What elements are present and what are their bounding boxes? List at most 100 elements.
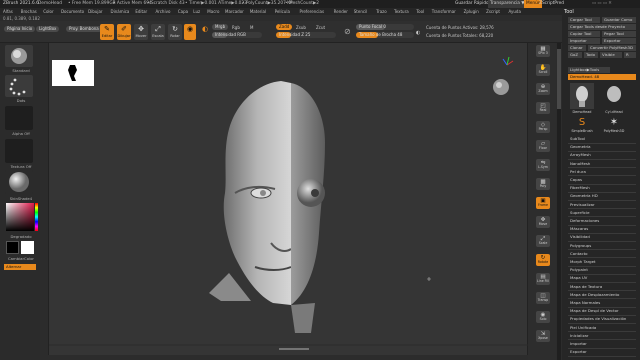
projection-button[interactable]: Proy. Bombona <box>66 26 102 32</box>
dock-scale-button[interactable]: ⤢ Scale <box>536 235 550 247</box>
subpalette-item[interactable]: Geometría <box>570 144 591 149</box>
draw-button[interactable]: ✐ Dibujar <box>117 24 131 40</box>
menu-item[interactable]: Archivo <box>155 8 170 15</box>
secondary-color-swatch[interactable] <box>21 241 34 254</box>
subpalette-item[interactable]: Pel dura <box>570 169 586 174</box>
mrgb-button[interactable]: Mrgb <box>212 24 229 30</box>
main-color-swatch[interactable] <box>6 241 19 254</box>
clone-button[interactable]: Clonar <box>568 45 586 51</box>
menu-item[interactable]: Tool <box>416 8 424 15</box>
m-button[interactable]: M <box>250 25 253 30</box>
brush-selector[interactable] <box>5 45 33 67</box>
dock-poly-button[interactable]: ▩ Poly <box>536 178 550 190</box>
subpalette-item[interactable]: Exportar <box>570 349 587 354</box>
panel-scrollbar[interactable] <box>557 43 561 360</box>
subpalette-item[interactable]: Mapa de Textura <box>570 284 602 289</box>
current-tool-slider[interactable]: DemoHead. 48 <box>568 74 636 80</box>
z-intensity-slider[interactable]: Intensidad Z 25 <box>276 32 336 38</box>
menu-item[interactable]: Stencil <box>354 8 368 15</box>
menu-item[interactable]: Render <box>334 8 348 15</box>
subpalette-item[interactable]: Contacto <box>570 251 588 256</box>
rotate-button[interactable]: ↻ Rotar <box>168 24 182 40</box>
load-from-project-button[interactable]: Cargar Tools desde Proyecto <box>568 24 636 30</box>
menu-item[interactable]: Ayuda <box>509 8 521 15</box>
texture-selector[interactable] <box>5 139 33 163</box>
subpalette-item[interactable]: Máscaras <box>570 226 588 231</box>
home-page-button[interactable]: Página Inicio <box>4 26 36 32</box>
dock-transp-button[interactable]: ◫ Transp <box>536 292 550 304</box>
dock-real-button[interactable]: ◰ Real <box>536 102 550 114</box>
hue-strip[interactable] <box>35 203 38 231</box>
menu-item[interactable]: Preferencias <box>299 8 324 15</box>
dock-xpose-button[interactable]: ⇲ Xpose <box>536 330 550 342</box>
alpha-selector[interactable] <box>5 106 33 130</box>
subpalette-item[interactable]: Polygroups <box>570 243 591 248</box>
menu-item[interactable]: Capa <box>178 8 188 15</box>
goz-button[interactable]: GoZ <box>568 52 582 58</box>
dock-floor-button[interactable]: ▱ Floor <box>536 140 550 152</box>
dock-persp-button[interactable]: ◇ Persp <box>536 121 550 133</box>
subpalette-item[interactable]: FiberMesh <box>570 185 590 190</box>
copy-tool-button[interactable]: Copiar Tool <box>568 31 600 37</box>
menu-item[interactable]: Zscript <box>486 8 500 15</box>
zadd-button[interactable]: Zadd <box>276 24 293 30</box>
draw-size-slider[interactable]: Tamaño de Brocha 48 <box>356 32 414 38</box>
load-tool-button[interactable]: Cargar Tool <box>568 17 600 23</box>
subpalette-item[interactable]: Importar <box>570 341 587 346</box>
material-sphere-button[interactable]: ◉ <box>184 24 196 40</box>
lightbox-tools-button[interactable]: Lightbox▶Tools <box>568 67 610 73</box>
make-polymesh-button[interactable]: Convertir PolyMesh3D <box>588 45 636 51</box>
subpalette-item[interactable]: Visibilidad <box>570 234 590 239</box>
transparency-toggle[interactable]: Transparencia ▼ <box>488 0 527 8</box>
simple-brush-icon[interactable]: S <box>572 117 592 129</box>
menu-item[interactable]: Brochas <box>21 8 37 15</box>
subpalette-item[interactable]: Morph Target <box>570 259 596 264</box>
quicksave-button[interactable]: Guardar Rápido <box>455 0 489 8</box>
paste-tool-button[interactable]: Pegar Tool <box>602 31 636 37</box>
zsub-button[interactable]: Zsub <box>296 25 306 30</box>
r-button[interactable]: R <box>624 52 636 58</box>
dock-spix-3-button[interactable]: ▦ SPix 3 <box>536 45 550 57</box>
window-controls-icon[interactable]: ▭ ▭ ▭ ✕ <box>592 0 612 8</box>
zcut-button[interactable]: Zcut <box>316 25 325 30</box>
subpalette-item[interactable]: ArrayMesh <box>570 152 591 157</box>
subpalette-item[interactable]: Piel Unificada <box>570 325 596 330</box>
subpalette-item[interactable]: Inicializar <box>570 333 589 338</box>
subpalette-item[interactable]: Mapa UV <box>570 275 587 280</box>
scale-button[interactable]: ⤢ Escala <box>151 24 165 40</box>
tool-thumb-cylhead[interactable] <box>602 83 626 109</box>
dock-l-sym-button[interactable]: ⇋ L.Sym <box>536 159 550 171</box>
subpalette-item[interactable]: SubTool <box>570 136 585 141</box>
subpalette-item[interactable]: Capas <box>570 177 582 182</box>
move-button[interactable]: ✥ Mover <box>134 24 148 40</box>
menu-item[interactable]: Alfas <box>3 8 13 15</box>
subpalette-item[interactable]: Geometría HD <box>570 193 598 198</box>
dock-line-fill-button[interactable]: ▤ Line Fill <box>536 273 550 285</box>
subpalette-item[interactable]: Mapa de Desplazamiento <box>570 292 619 297</box>
scrollbar-thumb[interactable] <box>557 49 561 109</box>
default-zscript[interactable]: ZScriptPred <box>539 0 564 8</box>
menu-item[interactable]: Color <box>43 8 53 15</box>
switch-color-button[interactable]: CambiarColor <box>2 256 40 261</box>
import-button[interactable]: Importar <box>568 38 600 44</box>
dock-frame-button[interactable]: ▣ Frame <box>536 197 550 209</box>
alternate-button[interactable]: Alternar <box>4 264 36 270</box>
menu-item[interactable]: Zplugin <box>464 8 479 15</box>
subpalette-item[interactable]: Polypaint <box>570 267 588 272</box>
material-selector[interactable] <box>5 170 33 194</box>
subpalette-item[interactable]: Deformaciones <box>570 218 599 223</box>
menu-item[interactable]: Marcador <box>225 8 244 15</box>
edit-button[interactable]: ✎ Editar <box>100 24 114 40</box>
dynamic-size-icon[interactable]: ◐ <box>416 30 420 36</box>
tool-thumb-demohead[interactable] <box>570 83 594 109</box>
rgb-intensity-slider[interactable]: Intensidad RGB <box>212 32 262 38</box>
subpalette-item[interactable]: Mapa Normales <box>570 300 600 305</box>
lightbox-button[interactable]: LightBox <box>36 26 60 32</box>
polymesh-star-icon[interactable]: ✶ <box>604 117 624 129</box>
menu-item[interactable]: Película <box>275 8 290 15</box>
save-as-button[interactable]: Guardar Como <box>602 17 636 23</box>
rgb-button[interactable]: Rgb <box>232 25 240 30</box>
menu-item[interactable]: Documento <box>61 8 84 15</box>
menu-item[interactable]: Dinámica <box>111 8 130 15</box>
dock-move-button[interactable]: ✥ Move <box>536 216 550 228</box>
